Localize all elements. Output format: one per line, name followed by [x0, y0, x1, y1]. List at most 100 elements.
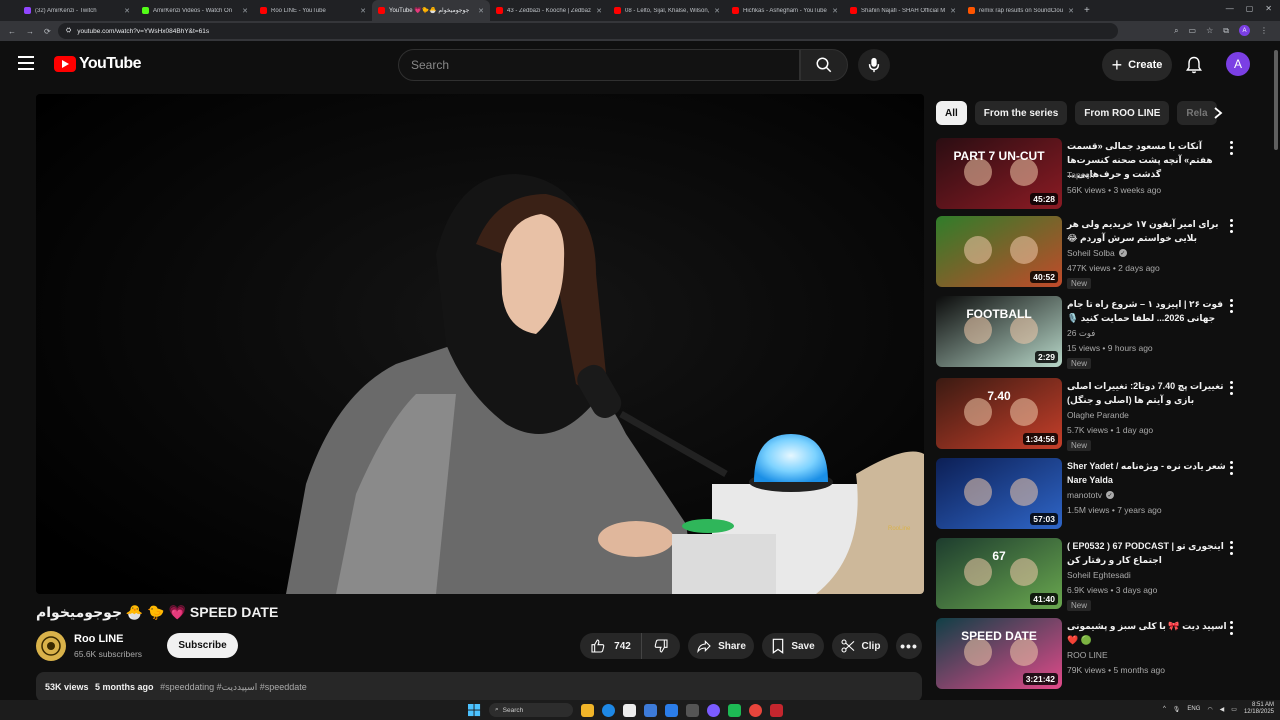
- bookmark-star-icon[interactable]: ☆: [1206, 26, 1213, 35]
- recommendation-channel[interactable]: Tapesh: [1067, 170, 1094, 180]
- more-options-icon[interactable]: [1226, 460, 1236, 476]
- maximize-icon[interactable]: ▢: [1246, 4, 1254, 13]
- video-thumbnail[interactable]: 40:52: [936, 216, 1062, 287]
- recommendation-channel[interactable]: manototv ✓: [1067, 490, 1114, 500]
- recommendation-channel[interactable]: ROO LINE: [1067, 650, 1108, 660]
- more-actions-button[interactable]: •••: [896, 633, 922, 659]
- recommendation-channel[interactable]: Soheil Solba ✓: [1067, 248, 1127, 258]
- video-thumbnail[interactable]: 7.40 1:34:56: [936, 378, 1062, 449]
- browser-tab[interactable]: YouTube 💗🐤🐣 جوجومیخوام ✕: [372, 0, 490, 21]
- chrome-icon[interactable]: [749, 703, 762, 717]
- video-thumbnail[interactable]: FOOTBALL 2:29: [936, 296, 1062, 367]
- more-options-icon[interactable]: [1226, 380, 1236, 396]
- chip-all[interactable]: All: [936, 101, 967, 125]
- recommendation-item[interactable]: 7.40 1:34:56 تغییرات پچ 7.40 دوتا2: تغییرا…: [936, 378, 1246, 451]
- scrollbar-thumb[interactable]: [1274, 50, 1278, 150]
- edge-icon[interactable]: [602, 703, 615, 717]
- guide-menu-button[interactable]: [18, 56, 36, 70]
- extensions-icon[interactable]: ⧉: [1223, 26, 1229, 36]
- search-input[interactable]: Search: [398, 49, 800, 81]
- account-avatar[interactable]: A: [1226, 52, 1250, 76]
- browser-tab[interactable]: 43 - Zedbazi - Kooche | Zedbaz ✕: [490, 0, 608, 21]
- recommendation-item[interactable]: 67 41:40 ( EP0532 ) 67 PODCAST | اینجوری ت…: [936, 538, 1246, 611]
- language-indicator[interactable]: ENG: [1187, 706, 1200, 712]
- discord-icon[interactable]: [707, 703, 720, 717]
- recommendation-channel[interactable]: Olaghe Parande: [1067, 410, 1129, 420]
- tab-close-icon[interactable]: ✕: [360, 7, 366, 15]
- notifications-bell-icon[interactable]: [1184, 55, 1204, 75]
- dev-tool-icon[interactable]: [644, 703, 657, 717]
- browser-menu-icon[interactable]: ⋮: [1260, 26, 1268, 35]
- tab-close-icon[interactable]: ✕: [1068, 7, 1074, 15]
- recommendation-item[interactable]: FOOTBALL 2:29 فوت ۲۶ | اپیزود ۱ – شروع راه…: [936, 296, 1246, 369]
- browser-tab[interactable]: 08 - Lelto, Sijal, Khalse, Wilson, S ✕: [608, 0, 726, 21]
- hashtags[interactable]: #speeddating #اسپیددیت #speeddate: [160, 682, 307, 692]
- voice-search-button[interactable]: [858, 49, 890, 81]
- video-thumbnail[interactable]: PART 7 UN-CUT 45:28: [936, 138, 1062, 209]
- zoom-icon[interactable]: ⌕: [1174, 26, 1178, 36]
- tab-close-icon[interactable]: ✕: [478, 7, 484, 15]
- more-options-icon[interactable]: [1226, 140, 1236, 156]
- browser-tab[interactable]: Shahin Najafi - SHAH Official M ✕: [844, 0, 962, 21]
- forward-icon[interactable]: →: [26, 27, 34, 36]
- browser-tab[interactable]: remix rap results on SoundClou ✕: [962, 0, 1080, 21]
- reload-icon[interactable]: ⟳: [44, 27, 51, 36]
- tab-close-icon[interactable]: ✕: [714, 7, 720, 15]
- recommendation-item[interactable]: SPEED DATE 3:21:42 اسپید دیت 🎀 با کلی سبز …: [936, 618, 1246, 690]
- youtube-logo[interactable]: YouTube: [54, 55, 141, 73]
- volume-icon[interactable]: ◀: [1220, 706, 1225, 713]
- video-thumbnail[interactable]: 57:03: [936, 458, 1062, 529]
- recommendation-channel[interactable]: Soheil Eghtesadi: [1067, 570, 1131, 580]
- chip-from-the-series[interactable]: From the series: [974, 101, 1068, 125]
- store-icon[interactable]: [623, 703, 636, 717]
- subscribe-button[interactable]: Subscribe: [167, 633, 238, 658]
- browser-tab[interactable]: AmirKenzi Videos - Watch On ✕: [136, 0, 254, 21]
- more-options-icon[interactable]: [1226, 298, 1236, 314]
- browser-tab[interactable]: Roo LINE - YouTube ✕: [254, 0, 372, 21]
- tab-close-icon[interactable]: ✕: [124, 7, 130, 15]
- tray-mic-icon[interactable]: 🎙: [1173, 706, 1181, 713]
- recommendation-title[interactable]: ( EP0532 ) 67 PODCAST | اینجوری تو اجتما…: [1067, 539, 1227, 567]
- channel-name[interactable]: Roo LINE: [74, 633, 124, 645]
- clip-button[interactable]: Clip: [832, 633, 888, 659]
- wifi-icon[interactable]: ◠: [1207, 706, 1212, 713]
- recommendation-title[interactable]: تغییرات پچ 7.40 دوتا2: تغییرات اصلی بازی…: [1067, 379, 1227, 407]
- vscode-icon[interactable]: [665, 703, 678, 717]
- tab-close-icon[interactable]: ✕: [596, 7, 602, 15]
- address-bar[interactable]: ⛭ youtube.com/watch?v=YWsHx084BhY&t=61s: [58, 23, 1118, 39]
- spotify-icon[interactable]: [728, 703, 741, 717]
- system-clock[interactable]: 8:51 AM 12/18/2025: [1244, 702, 1274, 716]
- browser-profile-avatar[interactable]: A: [1239, 25, 1250, 36]
- like-button[interactable]: 742: [580, 633, 642, 659]
- create-button[interactable]: + Create: [1102, 49, 1172, 81]
- dislike-button[interactable]: [642, 633, 680, 659]
- tab-close-icon[interactable]: ✕: [242, 7, 248, 15]
- site-info-icon[interactable]: ⛭: [66, 27, 71, 35]
- terminal-icon[interactable]: [686, 703, 699, 717]
- more-options-icon[interactable]: [1226, 218, 1236, 234]
- recommendation-channel[interactable]: فوت 26: [1067, 328, 1095, 339]
- more-options-icon[interactable]: [1226, 540, 1236, 556]
- windows-start-icon[interactable]: [468, 703, 481, 717]
- tab-close-icon[interactable]: ✕: [950, 7, 956, 15]
- tab-close-icon[interactable]: ✕: [832, 7, 838, 15]
- tray-chevron-icon[interactable]: ^: [1163, 706, 1166, 712]
- browser-tab[interactable]: (32) AmirKenzi - Twitch ✕: [18, 0, 136, 21]
- cast-icon[interactable]: ▭: [1189, 26, 1197, 35]
- recommendation-title[interactable]: برای امیر آیفون ۱۷ خریدیم ولی هر بلایی خ…: [1067, 217, 1227, 245]
- save-button[interactable]: Save: [762, 633, 824, 659]
- recommendation-title[interactable]: فوت ۲۶ | اپیزود ۱ – شروع راه تا جام جهان…: [1067, 297, 1227, 325]
- media-app-icon[interactable]: [770, 703, 783, 717]
- recommendation-item[interactable]: PART 7 UN-CUT 45:28 آنکات با مسعود جمالی «…: [936, 138, 1246, 210]
- chip-from-channel[interactable]: From ROO LINE: [1075, 101, 1170, 125]
- chips-next-button[interactable]: [1208, 103, 1228, 123]
- recommendation-item[interactable]: 57:03 Sher Yadet / شعر یادت نره - ویژه‌نا…: [936, 458, 1246, 530]
- video-thumbnail[interactable]: 67 41:40: [936, 538, 1062, 609]
- share-button[interactable]: Share: [688, 633, 754, 659]
- recommendation-title[interactable]: اسپید دیت 🎀 با کلی سبز و پشیمونی 🟢 ❤️: [1067, 619, 1227, 647]
- minimize-icon[interactable]: —: [1226, 4, 1234, 13]
- taskbar-search[interactable]: ⌕ Search: [489, 703, 573, 717]
- more-options-icon[interactable]: [1226, 620, 1236, 636]
- back-icon[interactable]: ←: [8, 27, 16, 36]
- recommendation-title[interactable]: Sher Yadet / شعر یادت نره - ویژه‌نامه Na…: [1067, 459, 1227, 487]
